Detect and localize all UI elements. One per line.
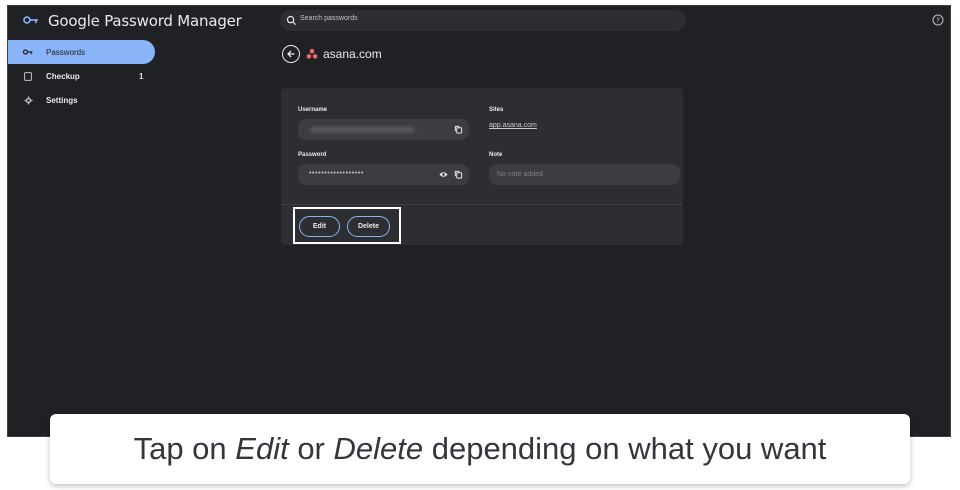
note-field[interactable]: No note added bbox=[489, 164, 680, 185]
search-placeholder: Search passwords bbox=[300, 15, 358, 22]
caption-edit: Edit bbox=[235, 431, 289, 466]
app-window: Google Password Manager Search passwords… bbox=[7, 5, 951, 437]
key-icon bbox=[23, 47, 33, 57]
detail-header: asana.com bbox=[282, 44, 382, 64]
password-label: Password bbox=[298, 152, 327, 158]
top-bar: Google Password Manager Search passwords… bbox=[8, 6, 950, 36]
checkup-icon bbox=[23, 71, 33, 81]
credential-card: Username Password •••••••••••••••••• Sit… bbox=[281, 88, 683, 245]
arrow-left-icon bbox=[287, 50, 295, 58]
sidebar-item-settings[interactable]: Settings bbox=[8, 88, 158, 112]
caption-delete: Delete bbox=[333, 431, 424, 466]
note-placeholder: No note added bbox=[497, 171, 543, 178]
username-blurred-value bbox=[310, 127, 415, 133]
copy-icon[interactable] bbox=[454, 170, 463, 179]
username-label: Username bbox=[298, 107, 328, 113]
sidebar-item-label: Settings bbox=[46, 95, 78, 105]
copy-icon[interactable] bbox=[454, 125, 463, 134]
caption-banner: Tap on Edit or Delete depending on what … bbox=[50, 414, 910, 484]
checkup-count-badge: 1 bbox=[139, 71, 144, 81]
caption-middle: or bbox=[288, 431, 334, 466]
search-input[interactable]: Search passwords bbox=[280, 10, 686, 31]
edit-button[interactable]: Edit bbox=[299, 216, 340, 237]
eye-icon[interactable] bbox=[439, 170, 448, 179]
sidebar: Passwords Checkup 1 Settings bbox=[8, 40, 158, 112]
password-masked-value: •••••••••••••••••• bbox=[309, 170, 364, 177]
card-divider bbox=[281, 204, 683, 205]
site-link[interactable]: app.asana.com bbox=[489, 122, 537, 129]
back-button[interactable] bbox=[282, 45, 300, 63]
sidebar-item-passwords[interactable]: Passwords bbox=[8, 40, 155, 64]
sidebar-item-label: Passwords bbox=[46, 47, 86, 57]
sites-label: Sites bbox=[489, 107, 504, 113]
note-label: Note bbox=[489, 152, 503, 158]
caption-suffix: depending on what you want bbox=[423, 431, 827, 466]
sidebar-item-label: Checkup bbox=[46, 71, 80, 81]
delete-button[interactable]: Delete bbox=[347, 216, 390, 237]
caption-prefix: Tap on bbox=[133, 431, 236, 466]
caption-text: Tap on Edit or Delete depending on what … bbox=[134, 431, 827, 467]
search-icon bbox=[286, 15, 297, 26]
asana-logo-icon bbox=[306, 48, 318, 59]
svg-text:?: ? bbox=[936, 17, 940, 25]
app-title: Google Password Manager bbox=[48, 12, 242, 30]
key-logo-icon bbox=[23, 16, 38, 24]
help-icon[interactable]: ? bbox=[932, 14, 944, 26]
sidebar-item-checkup[interactable]: Checkup 1 bbox=[8, 64, 158, 88]
password-field[interactable]: •••••••••••••••••• bbox=[298, 164, 469, 185]
page-title: asana.com bbox=[323, 47, 382, 61]
gear-icon bbox=[23, 95, 33, 105]
username-field[interactable] bbox=[298, 119, 469, 140]
